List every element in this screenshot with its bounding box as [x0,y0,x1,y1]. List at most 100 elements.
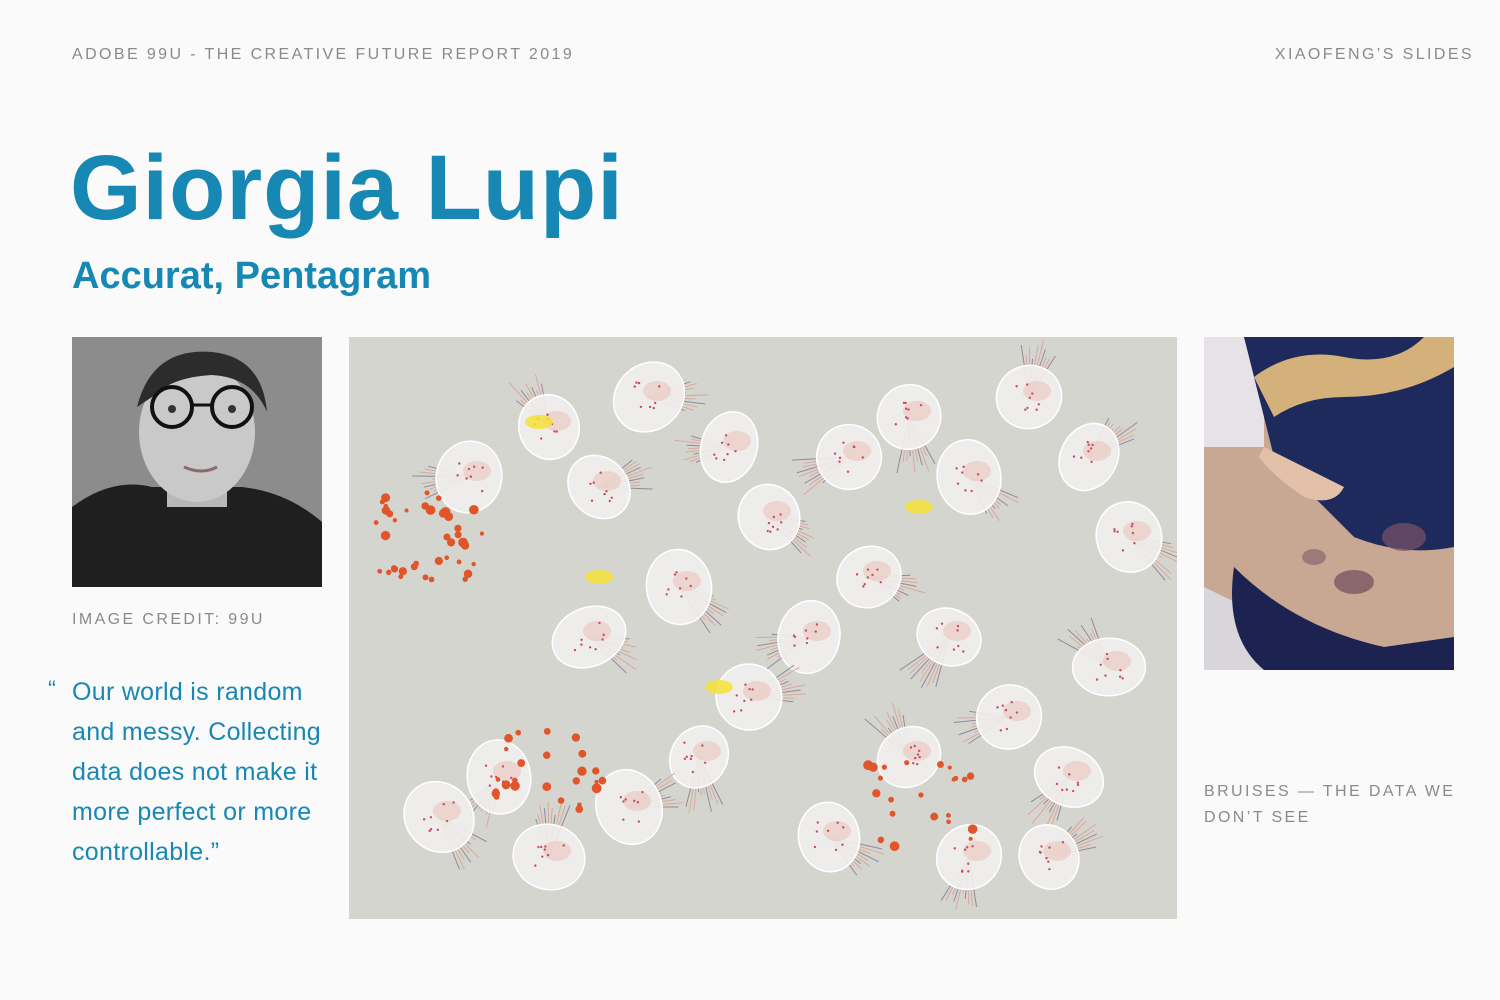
petal [864,702,942,789]
dot [904,760,910,766]
dot [504,733,513,743]
dot [517,759,526,767]
dot [479,531,484,536]
dot [577,766,587,776]
petal [551,605,637,674]
petal [512,801,586,891]
dot [953,775,959,781]
dot [571,733,581,742]
dot [392,518,398,523]
bruise-illustration [1204,337,1454,670]
dot [504,746,509,752]
dot [410,563,418,571]
dot [877,836,885,844]
dot [598,776,607,785]
portrait-photo [72,337,322,587]
petal [953,684,1043,750]
dot [422,574,429,581]
yellow-mark [525,415,553,429]
quote-mark: “ [48,676,56,703]
header-slides-label: XIAOFENG’S SLIDES [1274,46,1474,63]
dot [966,772,975,780]
dot [443,533,451,541]
dot [947,765,952,770]
dot [471,561,476,567]
quote-text: Our world is random and messy. Collectin… [72,678,321,866]
dot [428,576,435,583]
dot [578,749,587,758]
petal [1095,501,1177,581]
petal [935,823,1003,910]
dot [594,779,599,784]
petal [791,423,883,496]
dot [889,841,900,852]
dot [946,819,951,825]
dot [868,762,878,772]
page-subtitle: Accurat, Pentagram [72,255,432,297]
petal [899,607,982,688]
yellow-mark [905,500,933,514]
dot [881,764,887,770]
petal [1027,746,1105,829]
petal [1018,817,1104,890]
dot [961,776,968,783]
portrait-illustration [72,337,322,587]
dot [440,507,451,518]
dot [877,775,884,781]
dot [381,506,391,515]
dot [543,751,551,759]
dot [936,760,944,768]
image-credit: IMAGE CREDIT: 99U [72,611,265,628]
dot [380,530,391,541]
petal [936,439,1020,521]
dot [930,812,939,821]
dot [425,505,436,515]
dot [889,810,896,817]
dot [946,812,951,818]
dot [918,792,924,798]
bruise-caption: BRUISES — THE DATA WE DON’T SEE [1204,783,1456,826]
dot [377,568,383,574]
dot [454,531,462,539]
dot [454,524,462,532]
petal [645,548,729,634]
petal [737,483,815,558]
dot [501,780,511,790]
petal [1057,617,1147,697]
dot [577,802,582,808]
petal [797,801,885,876]
dot [543,727,551,735]
dot [967,824,978,834]
dot [434,556,443,566]
dot [888,796,894,803]
bruise-photo [1204,337,1454,670]
petal [1058,417,1138,492]
dot [385,569,392,576]
dot [462,576,468,582]
header-report-title: ADOBE 99U - THE CREATIVE FUTURE REPORT 2… [72,46,575,63]
petal [567,454,653,520]
dot [469,504,479,515]
dot [495,777,501,782]
dot [968,836,973,841]
dot [456,559,462,565]
yellow-mark [705,680,733,694]
dot [572,777,581,785]
petal [755,599,841,675]
data-visualization-artwork [349,337,1177,919]
dot [404,508,409,513]
petal [995,339,1063,430]
petal [612,361,709,433]
dot [390,565,399,573]
page-title: Giorgia Lupi [70,137,624,239]
petal-illustration [373,339,1177,910]
dot [398,567,408,576]
dot [373,520,379,526]
dot [379,499,385,505]
dot [515,729,522,736]
petal [836,545,926,609]
dot [542,782,552,792]
petal [668,725,730,813]
petal [674,411,759,483]
dot [493,793,500,800]
